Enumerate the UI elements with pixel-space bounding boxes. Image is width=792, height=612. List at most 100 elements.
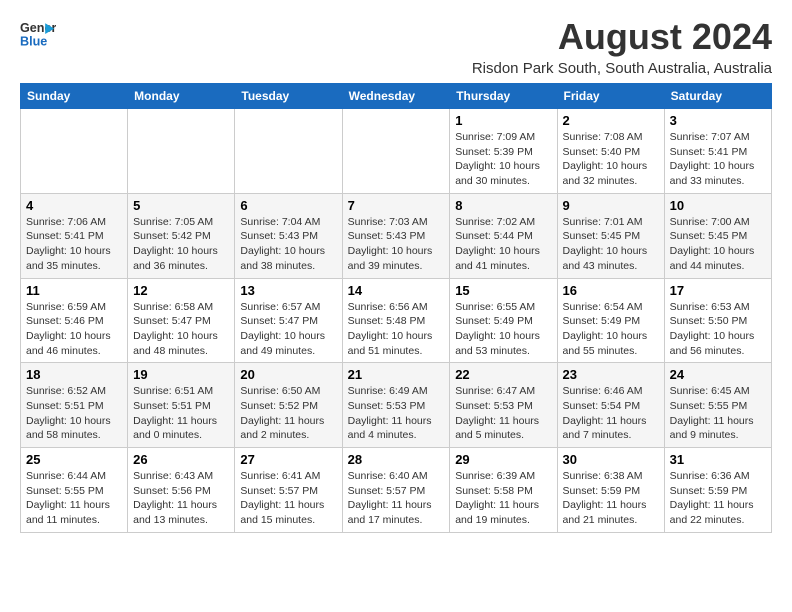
header-cell-saturday: Saturday [664,84,771,109]
calendar-cell: 2 Sunrise: 7:08 AM Sunset: 5:40 PM Daylig… [557,109,664,194]
day-info: Sunrise: 6:39 AM Sunset: 5:58 PM Dayligh… [455,469,551,528]
calendar-cell: 21 Sunrise: 6:49 AM Sunset: 5:53 PM Dayli… [342,363,450,448]
calendar-cell: 17Sunrise: 6:53 AM Sunset: 5:50 PM Dayli… [664,278,771,363]
day-number: 30 [563,452,659,467]
day-number: 24 [670,367,766,382]
day-info: Sunrise: 6:36 AM Sunset: 5:59 PM Dayligh… [670,469,766,528]
header-cell-monday: Monday [128,84,235,109]
day-number: 15 [455,283,551,298]
calendar-cell: 4 Sunrise: 7:06 AM Sunset: 5:41 PM Daylig… [21,193,128,278]
day-info: Sunrise: 7:03 AM Sunset: 5:43 PM Dayligh… [348,215,445,274]
logo-icon: General Blue [20,16,56,52]
header-cell-thursday: Thursday [450,84,557,109]
day-info: Sunrise: 6:41 AM Sunset: 5:57 PM Dayligh… [240,469,336,528]
day-info: Sunrise: 7:02 AM Sunset: 5:44 PM Dayligh… [455,215,551,274]
day-number: 2 [563,113,659,128]
day-info: Sunrise: 6:57 AM Sunset: 5:47 PM Dayligh… [240,300,336,359]
day-info: Sunrise: 7:08 AM Sunset: 5:40 PM Dayligh… [563,130,659,189]
day-number: 4 [26,198,122,213]
day-number: 3 [670,113,766,128]
day-number: 8 [455,198,551,213]
day-info: Sunrise: 6:52 AM Sunset: 5:51 PM Dayligh… [26,384,122,443]
day-info: Sunrise: 6:40 AM Sunset: 5:57 PM Dayligh… [348,469,445,528]
header-cell-tuesday: Tuesday [235,84,342,109]
day-number: 9 [563,198,659,213]
calendar-cell: 7 Sunrise: 7:03 AM Sunset: 5:43 PM Daylig… [342,193,450,278]
day-number: 26 [133,452,229,467]
day-info: Sunrise: 6:51 AM Sunset: 5:51 PM Dayligh… [133,384,229,443]
day-number: 16 [563,283,659,298]
day-info: Sunrise: 6:47 AM Sunset: 5:53 PM Dayligh… [455,384,551,443]
day-number: 19 [133,367,229,382]
day-number: 23 [563,367,659,382]
day-number: 5 [133,198,229,213]
calendar-cell [235,109,342,194]
header-cell-wednesday: Wednesday [342,84,450,109]
day-number: 22 [455,367,551,382]
day-info: Sunrise: 6:58 AM Sunset: 5:47 PM Dayligh… [133,300,229,359]
day-number: 14 [348,283,445,298]
day-number: 21 [348,367,445,382]
day-number: 31 [670,452,766,467]
header-cell-sunday: Sunday [21,84,128,109]
calendar-cell: 28Sunrise: 6:40 AM Sunset: 5:57 PM Dayli… [342,448,450,533]
day-info: Sunrise: 6:50 AM Sunset: 5:52 PM Dayligh… [240,384,336,443]
calendar-cell: 6 Sunrise: 7:04 AM Sunset: 5:43 PM Daylig… [235,193,342,278]
calendar-cell: 8 Sunrise: 7:02 AM Sunset: 5:44 PM Daylig… [450,193,557,278]
calendar-cell: 25Sunrise: 6:44 AM Sunset: 5:55 PM Dayli… [21,448,128,533]
day-number: 18 [26,367,122,382]
day-info: Sunrise: 6:43 AM Sunset: 5:56 PM Dayligh… [133,469,229,528]
calendar-cell: 20 Sunrise: 6:50 AM Sunset: 5:52 PM Dayli… [235,363,342,448]
day-info: Sunrise: 7:09 AM Sunset: 5:39 PM Dayligh… [455,130,551,189]
calendar-cell: 22 Sunrise: 6:47 AM Sunset: 5:53 PM Dayli… [450,363,557,448]
calendar-cell: 19 Sunrise: 6:51 AM Sunset: 5:51 PM Dayli… [128,363,235,448]
page-header: General Blue August 2024 Risdon Park Sou… [20,16,772,77]
day-info: Sunrise: 6:49 AM Sunset: 5:53 PM Dayligh… [348,384,445,443]
day-number: 20 [240,367,336,382]
calendar-cell: 26 Sunrise: 6:43 AM Sunset: 5:56 PM Dayli… [128,448,235,533]
day-info: Sunrise: 6:44 AM Sunset: 5:55 PM Dayligh… [26,469,122,528]
day-info: Sunrise: 7:00 AM Sunset: 5:45 PM Dayligh… [670,215,766,274]
day-number: 6 [240,198,336,213]
title-section: August 2024 Risdon Park South, South Aus… [472,16,772,77]
calendar-subtitle: Risdon Park South, South Australia, Aust… [472,60,772,77]
calendar-cell: 27 Sunrise: 6:41 AM Sunset: 5:57 PM Dayli… [235,448,342,533]
calendar-cell: 5 Sunrise: 7:05 AM Sunset: 5:42 PM Daylig… [128,193,235,278]
day-info: Sunrise: 6:56 AM Sunset: 5:48 PM Dayligh… [348,300,445,359]
calendar-cell: 13 Sunrise: 6:57 AM Sunset: 5:47 PM Dayli… [235,278,342,363]
calendar-cell: 9 Sunrise: 7:01 AM Sunset: 5:45 PM Daylig… [557,193,664,278]
day-info: Sunrise: 7:07 AM Sunset: 5:41 PM Dayligh… [670,130,766,189]
calendar-cell [128,109,235,194]
calendar-week-row: 18 Sunrise: 6:52 AM Sunset: 5:51 PM Dayli… [21,363,772,448]
calendar-cell: 1 Sunrise: 7:09 AM Sunset: 5:39 PM Daylig… [450,109,557,194]
day-number: 29 [455,452,551,467]
day-number: 27 [240,452,336,467]
calendar-cell: 11Sunrise: 6:59 AM Sunset: 5:46 PM Dayli… [21,278,128,363]
day-number: 10 [670,198,766,213]
day-number: 1 [455,113,551,128]
header-row: SundayMondayTuesdayWednesdayThursdayFrid… [21,84,772,109]
day-info: Sunrise: 6:46 AM Sunset: 5:54 PM Dayligh… [563,384,659,443]
calendar-table: SundayMondayTuesdayWednesdayThursdayFrid… [20,83,772,533]
calendar-cell: 31 Sunrise: 6:36 AM Sunset: 5:59 PM Dayli… [664,448,771,533]
day-info: Sunrise: 6:38 AM Sunset: 5:59 PM Dayligh… [563,469,659,528]
calendar-cell: 3 Sunrise: 7:07 AM Sunset: 5:41 PM Daylig… [664,109,771,194]
day-number: 12 [133,283,229,298]
calendar-cell: 24Sunrise: 6:45 AM Sunset: 5:55 PM Dayli… [664,363,771,448]
calendar-cell: 23 Sunrise: 6:46 AM Sunset: 5:54 PM Dayli… [557,363,664,448]
day-info: Sunrise: 7:05 AM Sunset: 5:42 PM Dayligh… [133,215,229,274]
day-info: Sunrise: 7:04 AM Sunset: 5:43 PM Dayligh… [240,215,336,274]
day-info: Sunrise: 7:06 AM Sunset: 5:41 PM Dayligh… [26,215,122,274]
calendar-cell: 29 Sunrise: 6:39 AM Sunset: 5:58 PM Dayli… [450,448,557,533]
logo: General Blue [20,16,56,52]
day-number: 13 [240,283,336,298]
calendar-title: August 2024 [472,16,772,58]
svg-text:Blue: Blue [20,35,47,49]
calendar-week-row: 25Sunrise: 6:44 AM Sunset: 5:55 PM Dayli… [21,448,772,533]
calendar-week-row: 1 Sunrise: 7:09 AM Sunset: 5:39 PM Daylig… [21,109,772,194]
day-info: Sunrise: 6:54 AM Sunset: 5:49 PM Dayligh… [563,300,659,359]
day-number: 7 [348,198,445,213]
calendar-cell: 16 Sunrise: 6:54 AM Sunset: 5:49 PM Dayli… [557,278,664,363]
day-info: Sunrise: 7:01 AM Sunset: 5:45 PM Dayligh… [563,215,659,274]
calendar-cell: 15Sunrise: 6:55 AM Sunset: 5:49 PM Dayli… [450,278,557,363]
